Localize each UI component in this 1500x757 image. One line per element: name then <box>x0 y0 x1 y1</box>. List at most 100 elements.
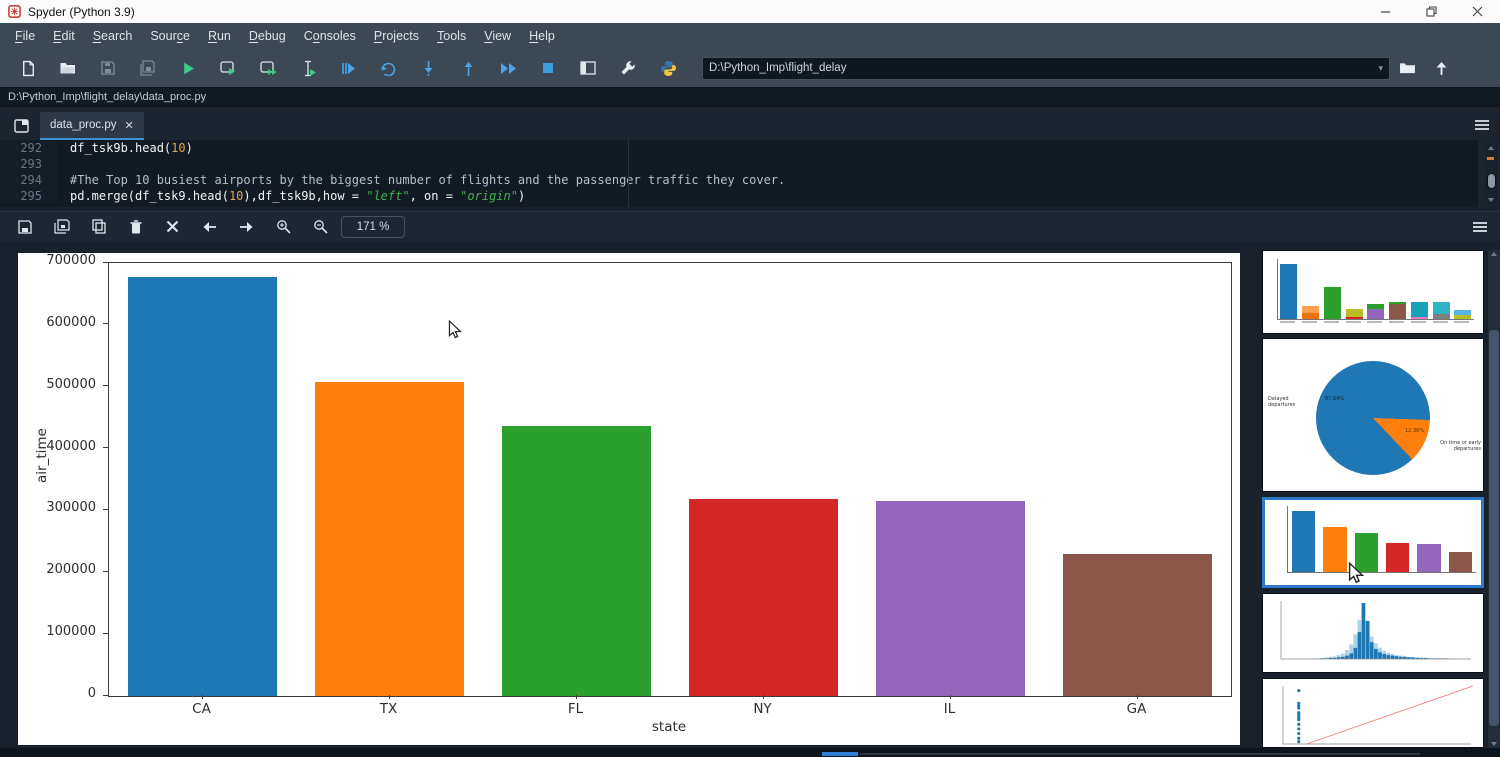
continue-button[interactable] <box>488 53 528 83</box>
copy-image-button[interactable] <box>80 215 117 239</box>
bar-chart-axes <box>108 262 1232 697</box>
scrollbar-handle[interactable] <box>822 752 858 756</box>
run-to-line-button[interactable] <box>328 53 368 83</box>
y-tick-label: 200000 <box>46 562 96 577</box>
x-tick-label-TX: TX <box>295 697 482 717</box>
save-button[interactable] <box>88 53 128 83</box>
file-path: D:\Python_Imp\flight_delay\data_proc.py <box>8 91 206 103</box>
restore-button[interactable] <box>1408 0 1454 23</box>
menu-bar: FileEditSearchSourceRunDebugConsolesProj… <box>0 23 1500 49</box>
run-selection-button[interactable] <box>288 53 328 83</box>
menu-item-run[interactable]: Run <box>199 26 240 46</box>
menu-item-projects[interactable]: Projects <box>365 26 428 46</box>
close-button[interactable] <box>1454 0 1500 23</box>
column-ruler <box>628 140 629 207</box>
bar-GA <box>1063 554 1213 696</box>
code-line[interactable]: 293 <box>0 156 1478 172</box>
next-plot-button[interactable] <box>228 215 265 239</box>
x-tick-label-NY: NY <box>669 697 856 717</box>
pie-pct-blue: 87.64% <box>1325 397 1344 403</box>
menu-item-consoles[interactable]: Consoles <box>295 26 365 46</box>
code-line[interactable]: 292df_tsk9b.head(10) <box>0 140 1478 156</box>
bar-CA <box>128 277 278 696</box>
y-tick-label: 100000 <box>46 624 96 639</box>
y-tick-label: 300000 <box>46 500 96 515</box>
remove-all-plots-button[interactable] <box>154 215 191 239</box>
y-tick-label: 700000 <box>46 253 96 268</box>
python-path-manager-button[interactable] <box>648 53 688 83</box>
re-run-button[interactable] <box>368 53 408 83</box>
zoom-level-indicator[interactable]: 171 % <box>341 216 405 238</box>
browse-directory-button[interactable] <box>1390 54 1424 82</box>
run-button[interactable] <box>168 53 208 83</box>
new-file-button[interactable] <box>8 53 48 83</box>
menu-item-debug[interactable]: Debug <box>240 26 295 46</box>
browse-tabs-button[interactable] <box>6 114 36 138</box>
tab-label: data_proc.py <box>50 119 117 131</box>
x-tick-label-IL: IL <box>856 697 1043 717</box>
code-line[interactable]: 294#The Top 10 busiest airports by the b… <box>0 172 1478 188</box>
step-into-button[interactable] <box>408 53 448 83</box>
run-cell-advance-button[interactable] <box>248 53 288 83</box>
plot-thumbnail-bar-selected[interactable] <box>1262 497 1484 588</box>
previous-plot-button[interactable] <box>191 215 228 239</box>
minimize-button[interactable] <box>1362 0 1408 23</box>
menu-item-file[interactable]: File <box>6 26 44 46</box>
remove-plot-button[interactable] <box>117 215 154 239</box>
working-directory-value: D:\Python_Imp\flight_delay <box>709 62 846 74</box>
menu-item-tools[interactable]: Tools <box>428 26 475 46</box>
bar-NY <box>689 499 839 696</box>
thumbnail-tick-marks <box>1277 321 1473 323</box>
working-directory-combo[interactable]: D:\Python_Imp\flight_delay ▾ <box>702 57 1390 80</box>
tab-close-icon[interactable]: ✕ <box>125 119 134 132</box>
save-all-plots-button[interactable] <box>43 215 80 239</box>
x-tick-label-GA: GA <box>1043 697 1230 717</box>
x-axis-label: state <box>108 719 1230 735</box>
editor-scrollbar[interactable] <box>1485 143 1498 205</box>
run-cell-button[interactable] <box>208 53 248 83</box>
line-number: 293 <box>0 156 58 172</box>
menu-item-view[interactable]: View <box>475 26 520 46</box>
open-file-button[interactable] <box>48 53 88 83</box>
plot-thumbnail-histogram[interactable] <box>1262 593 1484 673</box>
line-number: 294 <box>0 172 58 188</box>
plots-options-menu-button[interactable] <box>1472 221 1488 233</box>
bottom-scrollbar-strip[interactable] <box>0 748 1500 757</box>
bar-FL <box>502 426 652 696</box>
plot-thumbnail-scatter[interactable] <box>1262 678 1484 748</box>
code-editor[interactable]: 292df_tsk9b.head(10)293294#The Top 10 bu… <box>0 140 1478 207</box>
bar-IL <box>876 501 1026 696</box>
editor-options-menu-button[interactable] <box>1474 119 1490 131</box>
menu-item-search[interactable]: Search <box>84 26 142 46</box>
menu-item-source[interactable]: Source <box>141 26 199 46</box>
chevron-down-icon[interactable]: ▾ <box>1378 63 1383 74</box>
save-all-button[interactable] <box>128 53 168 83</box>
code-line[interactable]: 295pd.merge(df_tsk9.head(10),df_tsk9b,ho… <box>0 188 1478 204</box>
plot-thumbnail-stacked-bar[interactable] <box>1262 250 1484 334</box>
stop-button[interactable] <box>528 53 568 83</box>
line-number: 295 <box>0 188 58 204</box>
spyder-logo-icon <box>8 5 21 18</box>
plot-thumbnail-pie[interactable]: Delayed departures 87.64% 12.36% On time… <box>1262 338 1484 492</box>
save-plot-button[interactable] <box>6 215 43 239</box>
tab-data-proc[interactable]: data_proc.py ✕ <box>40 112 144 140</box>
parent-directory-button[interactable] <box>1424 54 1458 82</box>
thumbnails-scrollbar[interactable] <box>1488 250 1500 748</box>
zoom-out-button[interactable] <box>302 215 339 239</box>
y-tick-label: 0 <box>88 686 96 701</box>
preferences-button[interactable] <box>608 53 648 83</box>
menu-item-edit[interactable]: Edit <box>44 26 84 46</box>
maximize-pane-button[interactable] <box>568 53 608 83</box>
x-tick-label-FL: FL <box>482 697 669 717</box>
menu-item-help[interactable]: Help <box>520 26 564 46</box>
y-tick-label: 400000 <box>46 439 96 454</box>
spyder-window: Spyder (Python 3.9) FileEditSearchSource… <box>0 0 1500 757</box>
plots-pane: air_time 0100000200000300000400000500000… <box>0 241 1500 748</box>
title-bar: Spyder (Python 3.9) <box>0 0 1500 23</box>
step-return-button[interactable] <box>448 53 488 83</box>
zoom-in-button[interactable] <box>265 215 302 239</box>
plots-toolbar: 171 % <box>0 211 1500 241</box>
x-axis-ticks: CATXFLNYILGA <box>108 697 1230 717</box>
pie-chart <box>1316 361 1430 475</box>
y-tick-label: 600000 <box>46 315 96 330</box>
